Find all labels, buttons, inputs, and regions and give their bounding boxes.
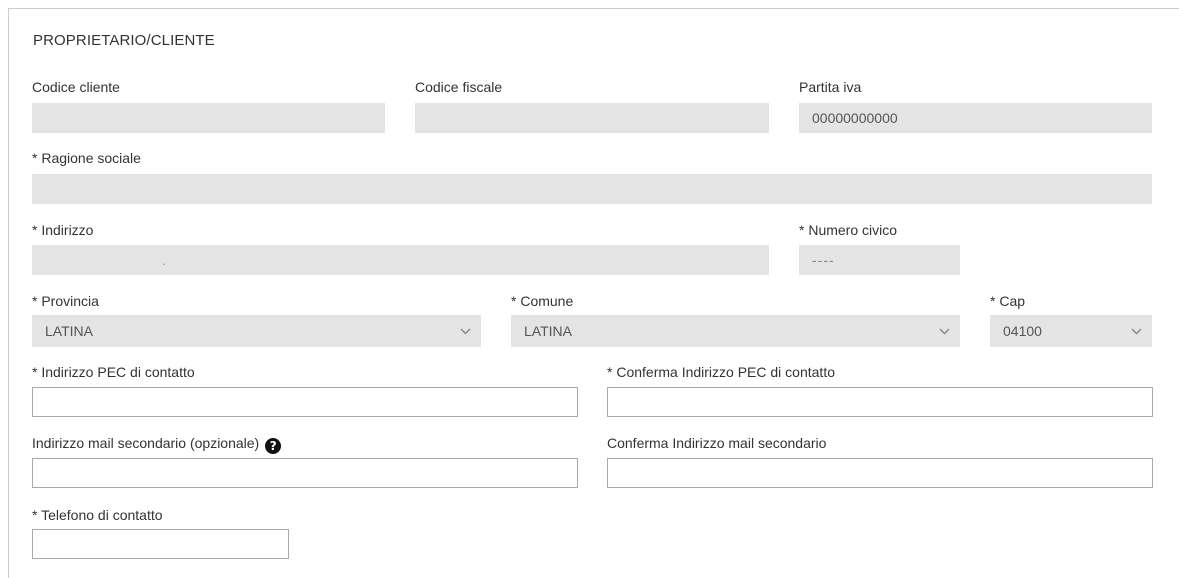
indirizzo-field: . <box>32 245 769 275</box>
ragione-sociale-field <box>32 174 1152 204</box>
partita-iva-label: Partita iva <box>799 79 862 95</box>
mail-secondaria-conferma-label: Conferma Indirizzo mail secondario <box>607 435 827 451</box>
pec-input[interactable] <box>32 387 578 417</box>
chevron-down-icon <box>1131 315 1142 347</box>
cap-value: 04100 <box>1003 323 1042 339</box>
provincia-label: * Provincia <box>32 293 99 309</box>
mail-secondaria-conferma-input[interactable] <box>607 458 1153 488</box>
question-circle-icon[interactable]: ? <box>265 438 282 454</box>
provincia-value: LATINA <box>45 323 93 339</box>
telefono-label: * Telefono di contatto <box>32 507 163 523</box>
codice-cliente-field <box>32 103 385 133</box>
codice-fiscale-label: Codice fiscale <box>415 79 503 95</box>
codice-fiscale-field <box>415 103 769 133</box>
pec-conferma-label: * Conferma Indirizzo PEC di contatto <box>607 364 835 380</box>
comune-label: * Comune <box>511 293 574 309</box>
chevron-down-icon <box>939 315 950 347</box>
telefono-input[interactable] <box>32 529 289 559</box>
numero-civico-field: ---- <box>799 245 960 275</box>
numero-civico-label: * Numero civico <box>799 222 898 238</box>
indirizzo-label: * Indirizzo <box>32 222 94 238</box>
codice-cliente-label: Codice cliente <box>32 79 120 95</box>
pec-conferma-input[interactable] <box>607 387 1153 417</box>
cap-label: * Cap <box>990 293 1026 309</box>
mail-secondaria-label: Indirizzo mail secondario (opzionale) <box>32 435 260 451</box>
ragione-sociale-label: * Ragione sociale <box>32 150 141 166</box>
mail-secondaria-label-row: Indirizzo mail secondario (opzionale)? <box>32 435 282 454</box>
partita-iva-field: 00000000000 <box>799 103 1152 133</box>
comune-select[interactable]: LATINA <box>511 315 960 347</box>
chevron-down-icon <box>460 315 471 347</box>
cap-select[interactable]: 04100 <box>990 315 1152 347</box>
provincia-select[interactable]: LATINA <box>32 315 481 347</box>
comune-value: LATINA <box>524 323 572 339</box>
section-title: PROPRIETARIO/CLIENTE <box>33 32 215 49</box>
pec-label: * Indirizzo PEC di contatto <box>32 364 195 380</box>
mail-secondaria-input[interactable] <box>32 458 578 488</box>
